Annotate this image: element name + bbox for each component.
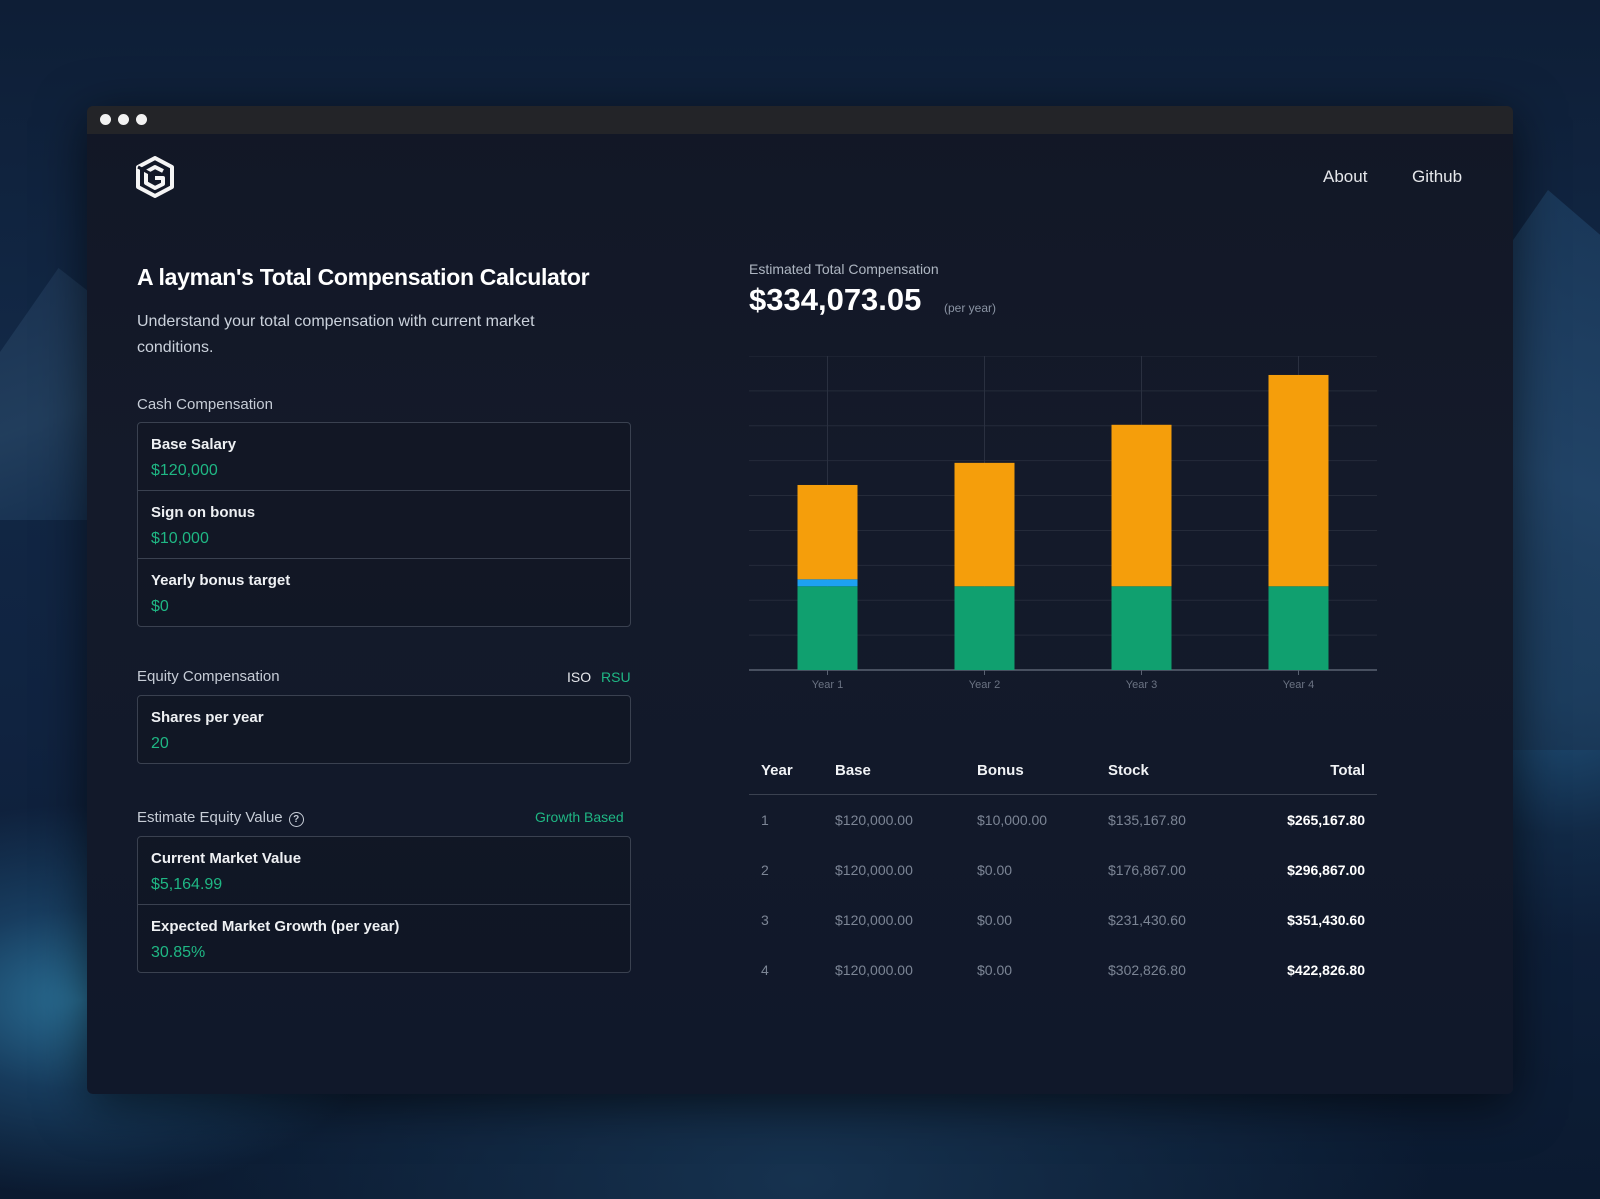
estimate-label-text: Estimate Equity Value xyxy=(137,809,283,826)
window-dot-icon[interactable] xyxy=(118,114,129,125)
bar-base xyxy=(797,586,858,670)
field-label: Sign on bonus xyxy=(151,504,256,521)
yearly-bonus-field[interactable]: Yearly bonus target $0 xyxy=(138,559,630,626)
cell-bonus: $0.00 xyxy=(977,862,1013,878)
bar-stock xyxy=(1268,374,1329,587)
window-dot-icon[interactable] xyxy=(100,114,111,125)
window-titlebar xyxy=(87,106,1513,134)
nav-github-link[interactable]: Github xyxy=(1412,167,1462,187)
equity-card: Shares per year 20 xyxy=(137,695,631,764)
base-salary-field[interactable]: Base Salary $120,000 xyxy=(138,423,630,491)
cash-section-label: Cash Compensation xyxy=(137,396,273,413)
table-row: 4 $120,000.00 $0.00 $302,826.80 $422,826… xyxy=(749,945,1377,995)
table-header-row: Year Base Bonus Stock Total xyxy=(749,746,1377,795)
hexagon-logo-icon[interactable] xyxy=(135,156,175,198)
field-label: Base Salary xyxy=(151,436,237,453)
nav-about-link[interactable]: About xyxy=(1323,167,1367,187)
field-value[interactable]: 20 xyxy=(151,735,169,753)
sign-on-bonus-field[interactable]: Sign on bonus $10,000 xyxy=(138,491,630,559)
current-market-value-field[interactable]: Current Market Value $5,164.99 xyxy=(138,837,630,905)
header-year: Year xyxy=(749,746,835,795)
x-tick-label: Year 1 xyxy=(812,679,843,691)
cell-bonus: $10,000.00 xyxy=(977,812,1048,828)
bar-base xyxy=(954,586,1015,670)
estimate-section-label: Estimate Equity Value? xyxy=(137,809,304,827)
bar-stock xyxy=(954,462,1015,587)
table-row: 2 $120,000.00 $0.00 $176,867.00 $296,867… xyxy=(749,845,1377,895)
cell-stock: $231,430.60 xyxy=(1108,912,1186,928)
x-tick-label: Year 3 xyxy=(1126,679,1157,691)
shares-per-year-field[interactable]: Shares per year 20 xyxy=(138,696,630,763)
cell-stock: $302,826.80 xyxy=(1108,962,1186,978)
field-value[interactable]: $10,000 xyxy=(151,530,209,548)
question-circle-icon[interactable]: ? xyxy=(288,812,304,827)
header-base: Base xyxy=(835,746,977,795)
table-row: 1 $120,000.00 $10,000.00 $135,167.80 $26… xyxy=(749,795,1377,846)
estimated-total-label: Estimated Total Compensation xyxy=(749,261,939,277)
browser-window: About Github A layman's Total Compensati… xyxy=(87,106,1513,1094)
bar-stock xyxy=(1111,424,1172,587)
field-value[interactable]: $120,000 xyxy=(151,462,218,480)
bar-base xyxy=(1268,586,1329,670)
field-label: Shares per year xyxy=(151,709,264,726)
bar-base xyxy=(1111,586,1172,670)
page-subtitle: Understand your total compensation with … xyxy=(137,313,535,356)
window-dot-icon[interactable] xyxy=(136,114,147,125)
field-value[interactable]: $0 xyxy=(151,598,169,616)
header-stock: Stock xyxy=(1108,746,1258,795)
equity-section-label: Equity Compensation xyxy=(137,668,280,685)
bar-bonus xyxy=(797,579,858,587)
cell-stock: $176,867.00 xyxy=(1108,862,1186,878)
bar-stock xyxy=(797,484,858,580)
growth-based-toggle[interactable]: Growth Based xyxy=(535,809,624,825)
cell-year: 2 xyxy=(761,862,769,878)
cell-bonus: $0.00 xyxy=(977,962,1013,978)
table-row: 3 $120,000.00 $0.00 $231,430.60 $351,430… xyxy=(749,895,1377,945)
header-total: Total xyxy=(1258,746,1377,795)
cell-base: $120,000.00 xyxy=(835,862,913,878)
cell-base: $120,000.00 xyxy=(835,912,913,928)
header-bonus: Bonus xyxy=(977,746,1108,795)
estimated-total-value: $334,073.05 xyxy=(749,282,922,317)
cell-year: 4 xyxy=(761,962,769,978)
cell-total: $265,167.80 xyxy=(1287,812,1365,828)
field-value[interactable]: 30.85% xyxy=(151,944,205,962)
compensation-bar-chart: Year 1 Year 2 Year 3 Year 4 xyxy=(749,356,1377,691)
cell-total: $351,430.60 xyxy=(1287,912,1365,928)
estimate-card: Current Market Value $5,164.99 Expected … xyxy=(137,836,631,973)
cell-base: $120,000.00 xyxy=(835,812,913,828)
cell-year: 1 xyxy=(761,812,769,828)
field-label: Expected Market Growth (per year) xyxy=(151,918,400,935)
field-label: Current Market Value xyxy=(151,850,302,867)
cell-year: 3 xyxy=(761,912,769,928)
compensation-table: Year Base Bonus Stock Total 1 $120,000.0… xyxy=(749,746,1377,995)
x-tick-label: Year 4 xyxy=(1283,679,1314,691)
x-tick-label: Year 2 xyxy=(969,679,1000,691)
iso-toggle[interactable]: ISO xyxy=(567,669,591,685)
rsu-toggle[interactable]: RSU xyxy=(601,669,631,685)
cell-base: $120,000.00 xyxy=(835,962,913,978)
page-title: A layman's Total Compensation Calculator xyxy=(137,264,590,290)
cell-total: $296,867.00 xyxy=(1287,862,1365,878)
field-value[interactable]: $5,164.99 xyxy=(151,876,222,894)
expected-growth-field[interactable]: Expected Market Growth (per year) 30.85% xyxy=(138,905,630,972)
cell-stock: $135,167.80 xyxy=(1108,812,1186,828)
estimated-total-unit: (per year) xyxy=(944,301,997,315)
cash-card: Base Salary $120,000 Sign on bonus $10,0… xyxy=(137,422,631,627)
cell-bonus: $0.00 xyxy=(977,912,1013,928)
field-label: Yearly bonus target xyxy=(151,572,291,589)
cell-total: $422,826.80 xyxy=(1287,962,1365,978)
